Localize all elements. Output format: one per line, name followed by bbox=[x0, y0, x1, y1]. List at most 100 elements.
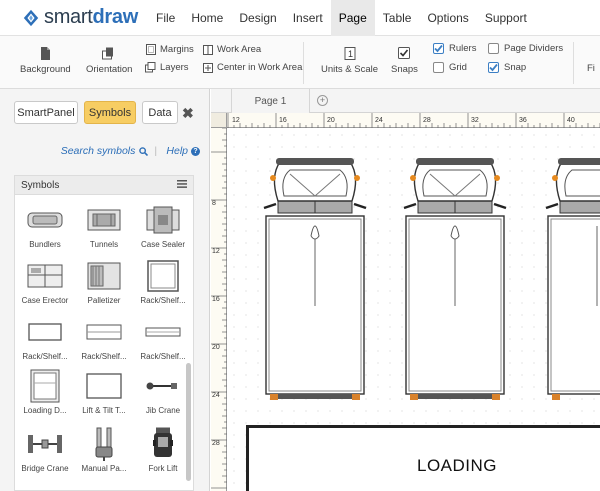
ribbon-divider bbox=[303, 42, 304, 84]
search-icon bbox=[139, 146, 149, 156]
close-panel-icon[interactable]: ✖ bbox=[182, 105, 194, 122]
symbol-bridge-crane[interactable]: Bridge Crane bbox=[16, 427, 74, 473]
symbol-library-header[interactable]: Symbols bbox=[14, 175, 194, 195]
loading-area-shape[interactable]: LOADING bbox=[246, 425, 600, 491]
margins-button[interactable]: Margins bbox=[145, 44, 194, 55]
symbol-library-title: Symbols bbox=[21, 179, 60, 191]
menu-page[interactable]: Page bbox=[330, 0, 375, 36]
page-dividers-label: Page Dividers bbox=[504, 43, 564, 54]
menu-table[interactable]: Table bbox=[375, 0, 420, 36]
rack-shelf-icon bbox=[143, 315, 183, 349]
ruler-left-ticks: 8 12 16 20 24 28 bbox=[211, 128, 227, 489]
menu-bar: smartdraw File Home Design Insert Page T… bbox=[0, 0, 600, 36]
hamburger-menu-icon[interactable] bbox=[177, 179, 187, 191]
symbol-rack-shelf-3[interactable]: Rack/Shelf... bbox=[75, 315, 133, 361]
work-area-button[interactable]: Work Area bbox=[202, 44, 261, 55]
case-sealer-icon bbox=[143, 203, 183, 237]
work-area-label: Work Area bbox=[217, 44, 262, 55]
work-area-icon bbox=[202, 44, 213, 55]
truck-shape[interactable] bbox=[260, 156, 370, 402]
forklift-icon bbox=[84, 481, 124, 490]
background-button[interactable]: Background bbox=[20, 46, 71, 75]
ruler-top-label: 16 bbox=[279, 117, 287, 124]
center-work-area-button[interactable]: Center in Work Area bbox=[202, 62, 302, 73]
left-panel: SmartPanel Symbols Data ✖ Search symbols… bbox=[0, 89, 210, 491]
symbol-rack-shelf-4[interactable]: Rack/Shelf... bbox=[134, 315, 192, 361]
margins-icon bbox=[145, 44, 156, 55]
ruler-left-label: 24 bbox=[212, 392, 220, 399]
symbol-grid-scrollbar[interactable] bbox=[186, 363, 191, 481]
forklift-icon bbox=[25, 481, 65, 490]
svg-text:1: 1 bbox=[348, 49, 353, 59]
snap-check-icon bbox=[488, 62, 499, 73]
menu-insert[interactable]: Insert bbox=[285, 0, 331, 36]
jib-crane-icon bbox=[143, 369, 183, 403]
rack-shelf-icon bbox=[143, 259, 183, 293]
search-symbols-link[interactable]: Search symbols bbox=[61, 145, 136, 157]
ruler-left[interactable]: 8 12 16 20 24 28 bbox=[211, 128, 227, 491]
ruler-top-ticks: 12 16 20 24 28 32 36 40 bbox=[227, 113, 600, 128]
snaps-icon bbox=[398, 46, 411, 60]
palletizer-icon bbox=[84, 259, 124, 293]
ruler-top-label: 32 bbox=[471, 117, 479, 124]
ruler-top-label: 28 bbox=[423, 117, 431, 124]
menu-file[interactable]: File bbox=[148, 0, 183, 36]
symbol-tunnels[interactable]: Tunnels bbox=[75, 203, 133, 249]
symbol-jib-crane[interactable]: Jib Crane bbox=[134, 369, 192, 415]
symbol-bundlers[interactable]: Bundlers bbox=[16, 203, 74, 249]
page-dividers-checkbox[interactable]: Page Dividers bbox=[488, 43, 563, 54]
layers-label: Layers bbox=[160, 62, 189, 73]
grid-checkbox[interactable]: Grid bbox=[433, 62, 467, 73]
symbol-lift-tilt[interactable]: Lift & Tilt T... bbox=[75, 369, 133, 415]
symbol-grid: Bundlers Tunnels Case Sealer Case Erecto… bbox=[14, 195, 194, 491]
tab-page-1[interactable]: Page 1 bbox=[231, 89, 310, 113]
margins-label: Margins bbox=[160, 44, 194, 55]
logo-text: smartdraw bbox=[44, 6, 138, 28]
page-dividers-check-icon bbox=[488, 43, 499, 54]
symbol-palletizer[interactable]: Palletizer bbox=[75, 259, 133, 305]
layers-button[interactable]: Layers bbox=[145, 62, 189, 73]
ruler-top-label: 40 bbox=[567, 117, 575, 124]
ruler-top[interactable]: 12 16 20 24 28 32 36 40 bbox=[227, 113, 600, 128]
manual-pallet-icon bbox=[84, 427, 124, 461]
lift-tilt-icon bbox=[84, 369, 124, 403]
snaps-label: Snaps bbox=[391, 64, 418, 75]
symbol-manual-pallet[interactable]: Manual Pa... bbox=[75, 427, 133, 473]
rulers-checkbox[interactable]: Rulers bbox=[433, 43, 476, 54]
symbol-rack-shelf-2[interactable]: Rack/Shelf... bbox=[16, 315, 74, 361]
truck-shape[interactable] bbox=[542, 156, 600, 402]
page-tabs-bar: Page 1 + bbox=[211, 89, 600, 113]
symbol-rack-shelf-1[interactable]: Rack/Shelf... bbox=[134, 259, 192, 305]
forklift-icon bbox=[143, 427, 183, 461]
drawing-canvas[interactable]: LOADING bbox=[228, 129, 600, 491]
ribbon-overflow-item[interactable]: Fi bbox=[587, 63, 595, 74]
symbol-case-sealer[interactable]: Case Sealer bbox=[134, 203, 192, 249]
symbol-partial-2[interactable] bbox=[75, 481, 133, 490]
ruler-left-label: 12 bbox=[212, 248, 220, 255]
tunnel-icon bbox=[84, 203, 124, 237]
menu-design[interactable]: Design bbox=[231, 0, 284, 36]
ruler-left-label: 8 bbox=[212, 200, 216, 207]
symbol-partial-1[interactable] bbox=[16, 481, 74, 490]
smartdraw-logo[interactable]: smartdraw bbox=[22, 6, 148, 29]
menu-support[interactable]: Support bbox=[477, 0, 535, 36]
help-link[interactable]: Help bbox=[166, 145, 188, 157]
menu-home[interactable]: Home bbox=[183, 0, 231, 36]
tab-smartpanel[interactable]: SmartPanel bbox=[14, 101, 78, 124]
snaps-button[interactable]: Snaps bbox=[391, 46, 418, 75]
tab-symbols[interactable]: Symbols bbox=[84, 101, 136, 124]
units-scale-button[interactable]: 1 Units & Scale bbox=[321, 46, 378, 75]
symbol-loading-dock[interactable]: Loading D... bbox=[16, 369, 74, 415]
smartdraw-logo-icon bbox=[23, 9, 39, 26]
snap-checkbox[interactable]: Snap bbox=[488, 62, 526, 73]
symbol-case-erector[interactable]: Case Erector bbox=[16, 259, 74, 305]
add-page-icon[interactable]: + bbox=[317, 95, 328, 106]
ruler-top-label: 12 bbox=[232, 117, 240, 124]
grid-label: Grid bbox=[449, 62, 467, 73]
symbol-fork-lift[interactable]: Fork Lift bbox=[134, 427, 192, 473]
rulers-label: Rulers bbox=[449, 43, 477, 54]
truck-shape[interactable] bbox=[400, 156, 510, 402]
orientation-button[interactable]: Orientation bbox=[86, 46, 132, 75]
tab-data[interactable]: Data bbox=[142, 101, 178, 124]
menu-options[interactable]: Options bbox=[419, 0, 476, 36]
